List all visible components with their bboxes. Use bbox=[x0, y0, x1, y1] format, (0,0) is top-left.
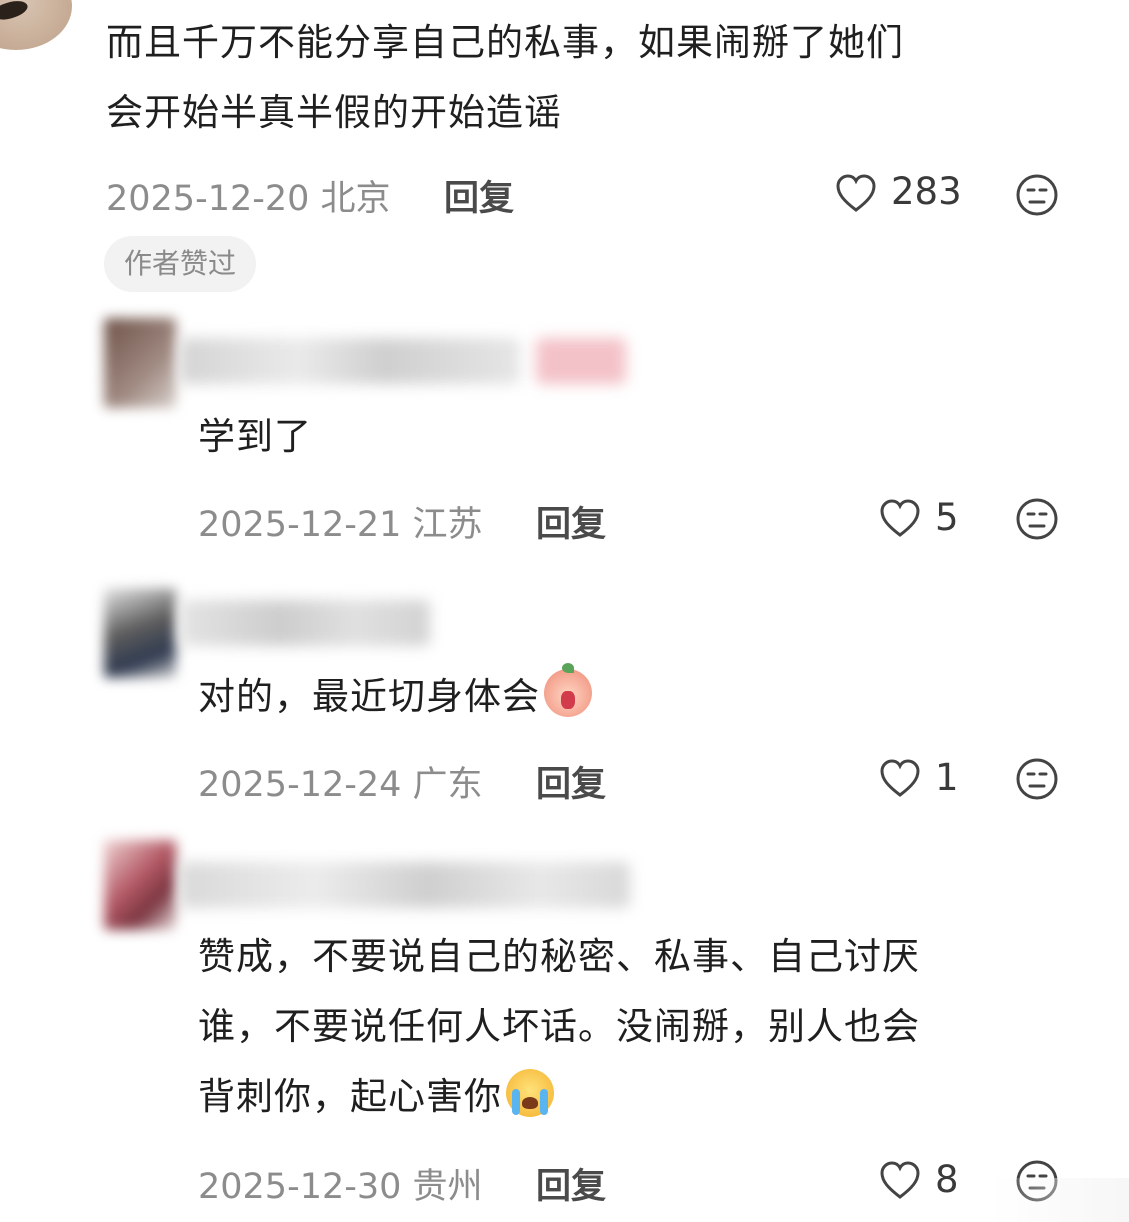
reply-button[interactable]: 回复 bbox=[536, 496, 606, 547]
comment-text: 学到了 bbox=[198, 402, 312, 472]
avatar[interactable] bbox=[0, 0, 72, 50]
author-liked-badge: 作者赞过 bbox=[104, 236, 257, 292]
comment-line: 学到了 bbox=[198, 415, 312, 458]
neutral-face-icon[interactable] bbox=[1015, 757, 1059, 801]
comment-line: 谁，不要说任何人坏话。没闹掰，别人也会 bbox=[198, 1005, 920, 1048]
comment-line: 背刺你，起心害你 bbox=[198, 1062, 920, 1132]
avatar[interactable] bbox=[104, 840, 176, 930]
avatar[interactable] bbox=[104, 318, 176, 408]
user-tag-blurred bbox=[536, 338, 626, 384]
comment-location: 广东 bbox=[412, 765, 483, 805]
watermark bbox=[990, 1178, 1129, 1222]
loudly-crying-face-emoji bbox=[506, 1069, 554, 1117]
comment-text: 对的，最近切身体会 bbox=[198, 662, 592, 732]
reply-button[interactable]: 回复 bbox=[536, 756, 606, 807]
comment-line: 会开始半真半假的开始造谣 bbox=[106, 91, 562, 134]
reply-button[interactable]: 回复 bbox=[444, 170, 514, 221]
like-count: 8 bbox=[935, 1158, 959, 1201]
comment-date: 2025-12-20 bbox=[106, 179, 310, 219]
comment-line-text: 对的，最近切身体会 bbox=[198, 675, 540, 718]
comment-line: 赞成，不要说自己的秘密、私事、自己讨厌 bbox=[198, 935, 920, 978]
like-count: 5 bbox=[935, 496, 959, 539]
comment-meta: 2025-12-20 北京 bbox=[106, 170, 391, 221]
comment-line-text: 背刺你，起心害你 bbox=[198, 1075, 502, 1118]
comment-text: 赞成，不要说自己的秘密、私事、自己讨厌 谁，不要说任何人坏话。没闹掰，别人也会 … bbox=[198, 922, 920, 1132]
comment-date: 2025-12-24 bbox=[198, 765, 402, 805]
neutral-face-icon[interactable] bbox=[1015, 173, 1059, 217]
heart-outline-icon[interactable] bbox=[878, 1159, 922, 1203]
comment-text: 而且千万不能分享自己的私事，如果闹掰了她们 会开始半真半假的开始造谣 bbox=[106, 8, 904, 148]
like-count: 1 bbox=[935, 756, 959, 799]
like-count: 283 bbox=[891, 170, 962, 213]
comment-date: 2025-12-21 bbox=[198, 505, 402, 545]
comment-location: 江苏 bbox=[412, 505, 483, 545]
reply-button[interactable]: 回复 bbox=[536, 1158, 606, 1209]
heart-outline-icon[interactable] bbox=[878, 497, 922, 541]
comment-line: 而且千万不能分享自己的私事，如果闹掰了她们 bbox=[106, 21, 904, 64]
username-blurred[interactable] bbox=[180, 338, 520, 384]
username-blurred[interactable] bbox=[180, 600, 430, 646]
comment-location: 北京 bbox=[320, 179, 391, 219]
comment-meta: 2025-12-24 广东 bbox=[198, 756, 483, 807]
username-blurred[interactable] bbox=[180, 862, 630, 908]
neutral-face-icon[interactable] bbox=[1015, 497, 1059, 541]
comment-location: 贵州 bbox=[412, 1167, 483, 1207]
comment-date: 2025-12-30 bbox=[198, 1167, 402, 1207]
comment-meta: 2025-12-21 江苏 bbox=[198, 496, 483, 547]
comment-meta: 2025-12-30 贵州 bbox=[198, 1158, 483, 1209]
avatar[interactable] bbox=[104, 588, 176, 678]
comment-line: 对的，最近切身体会 bbox=[198, 662, 592, 732]
crying-peach-emoji bbox=[544, 663, 592, 717]
heart-outline-icon[interactable] bbox=[878, 757, 922, 801]
heart-outline-icon[interactable] bbox=[834, 172, 878, 216]
